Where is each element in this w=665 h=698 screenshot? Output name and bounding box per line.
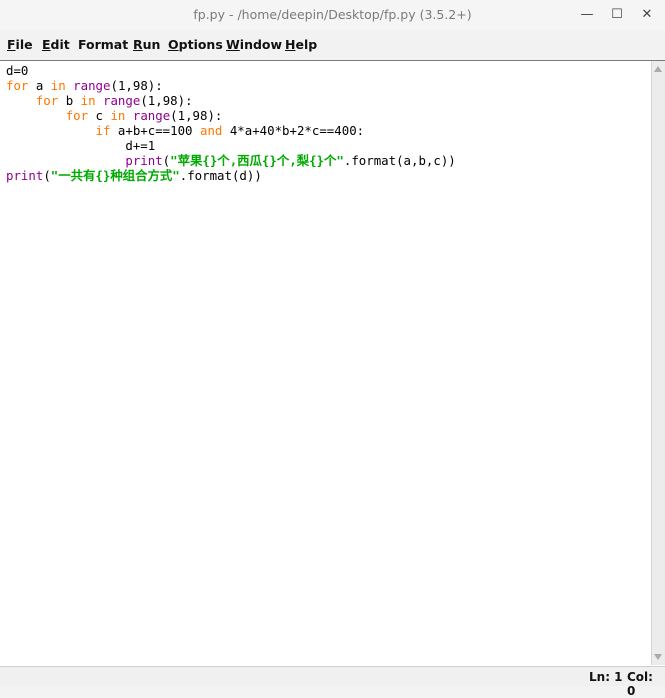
menu-help[interactable]: Help [285,37,317,52]
scroll-up-arrow-icon[interactable] [654,66,662,72]
menu-run[interactable]: Run [133,37,160,52]
code-line-6: d+=1 [125,138,156,153]
status-col: Col: 0 [627,670,653,698]
code-line-2: for a in range(1,98): [6,78,163,93]
code-line-1: d=0 [6,63,29,78]
vertical-scrollbar[interactable] [651,61,665,665]
code-text[interactable]: d=0 for a in range(1,98): for b in range… [6,63,456,183]
menu-options[interactable]: Options [168,37,223,52]
code-line-3: for b in range(1,98): [35,93,193,108]
code-editor[interactable]: d=0 for a in range(1,98): for b in range… [0,60,665,666]
maximize-button[interactable]: ☐ [606,4,628,26]
close-button[interactable]: ✕ [636,4,658,26]
code-line-4: for c in range(1,98): [65,108,223,123]
scroll-down-arrow-icon[interactable] [654,654,662,660]
menu-edit[interactable]: Edit [42,37,70,52]
code-line-5: if a+b+c==100 and 4*a+40*b+2*c==400: [95,123,365,138]
menu-file[interactable]: File [7,37,33,52]
status-bar: Ln: 1 Col: 0 [0,666,665,698]
code-line-7: print("苹果{}个,西瓜{}个,梨{}个".format(a,b,c)) [125,153,456,168]
status-line: Ln: 1 [589,670,623,684]
menu-bar: File Edit Format Run Options Window Help [0,32,665,58]
window-title: fp.py - /home/deepin/Desktop/fp.py (3.5.… [193,7,472,22]
minimize-button[interactable]: — [576,4,598,26]
title-bar: fp.py - /home/deepin/Desktop/fp.py (3.5.… [0,0,665,30]
menu-format[interactable]: Format [78,37,128,52]
code-line-8: print("一共有{}种组合方式".format(d)) [6,168,262,183]
menu-window[interactable]: Window [226,37,282,52]
